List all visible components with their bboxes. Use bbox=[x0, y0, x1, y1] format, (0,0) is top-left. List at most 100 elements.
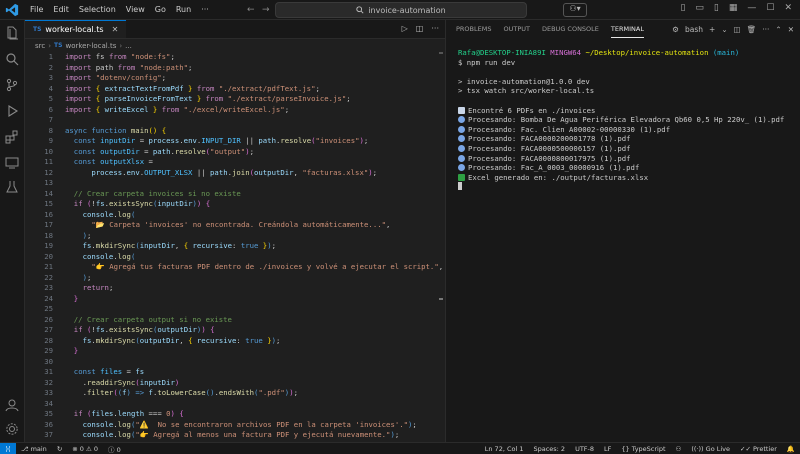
prettier-status[interactable]: ✓✓ Prettier bbox=[740, 445, 777, 453]
tab-problems[interactable]: PROBLEMS bbox=[456, 21, 491, 37]
account-icon[interactable] bbox=[5, 398, 19, 412]
close-icon[interactable]: ✕ bbox=[784, 3, 792, 13]
code-line[interactable]: 7 bbox=[25, 115, 445, 126]
code-line[interactable]: 3 import "dotenv/config"; bbox=[25, 73, 445, 84]
info-indicator[interactable]: ⓘ 0 bbox=[108, 444, 121, 454]
code-line[interactable]: 31 const files = fs bbox=[25, 367, 445, 378]
code-line[interactable]: 23 return; bbox=[25, 283, 445, 294]
end-of-line[interactable]: LF bbox=[604, 445, 611, 453]
tab-worker-local[interactable]: TS worker-local.ts ✕ bbox=[25, 20, 127, 38]
code-line[interactable]: 2 import path from "node:path"; bbox=[25, 63, 445, 74]
language-mode[interactable]: {} TypeScript bbox=[621, 445, 665, 453]
code-line[interactable]: 37 console.log("👉 Agregá al menos una fa… bbox=[25, 430, 445, 441]
code-line[interactable]: 28 fs.mkdirSync(outputDir, { recursive: … bbox=[25, 336, 445, 347]
toggle-sidebar-icon[interactable]: ▯ bbox=[680, 3, 685, 13]
code-area[interactable]: 1 import fs from "node:fs"; 2 import path f… bbox=[25, 52, 445, 442]
toggle-panel-icon[interactable]: ▭ bbox=[695, 3, 704, 13]
code-line[interactable]: 32 .readdirSync(inputDir) bbox=[25, 378, 445, 389]
explorer-icon[interactable] bbox=[5, 26, 19, 40]
code-line[interactable]: 35 if (files.length === 0) { bbox=[25, 409, 445, 420]
code-line[interactable]: 9 const inputDir = process.env.INPUT_DIR… bbox=[25, 136, 445, 147]
breadcrumb-symbol[interactable]: ... bbox=[125, 42, 132, 50]
code-line[interactable]: 18 ); bbox=[25, 231, 445, 242]
settings-gear-icon[interactable] bbox=[5, 422, 19, 436]
minimize-icon[interactable]: — bbox=[747, 3, 756, 13]
code-line[interactable]: 25 bbox=[25, 304, 445, 315]
code-line[interactable]: 26 // Crear carpeta output si no existe bbox=[25, 315, 445, 326]
maximize-icon[interactable]: ☐ bbox=[766, 3, 774, 13]
problems-indicator[interactable]: ⊗ 0 ⚠ 0 bbox=[72, 445, 98, 453]
remote-indicator-icon[interactable]: ⟩⟨ bbox=[0, 443, 16, 454]
tab-debug-console[interactable]: DEBUG CONSOLE bbox=[542, 21, 599, 37]
close-tab-icon[interactable]: ✕ bbox=[112, 25, 119, 34]
code-line[interactable]: 36 console.log("⚠️ No se encontraron arc… bbox=[25, 420, 445, 431]
copilot-icon[interactable]: ⚇▾ bbox=[563, 3, 587, 17]
breadcrumb-folder[interactable]: src bbox=[35, 42, 45, 50]
tab-output[interactable]: OUTPUT bbox=[503, 21, 530, 37]
code-line[interactable]: 27 if (!fs.existsSync(outputDir)) { bbox=[25, 325, 445, 336]
code-line[interactable]: 13 bbox=[25, 178, 445, 189]
code-line[interactable]: 21 "👉 Agregá tus facturas PDF dentro de … bbox=[25, 262, 445, 273]
indentation[interactable]: Spaces: 2 bbox=[533, 445, 565, 453]
testing-icon[interactable] bbox=[5, 180, 19, 194]
more-actions-icon[interactable]: ··· bbox=[762, 25, 769, 34]
toggle-secondary-sidebar-icon[interactable]: ▯ bbox=[714, 3, 719, 13]
code-line[interactable]: 8 async function main() { bbox=[25, 126, 445, 137]
back-arrow-icon[interactable]: ← bbox=[247, 5, 255, 15]
new-terminal-icon[interactable]: + bbox=[709, 25, 715, 34]
chevron-down-icon[interactable]: ⌄ bbox=[721, 25, 727, 34]
code-line[interactable]: 6 import { writeExcel } from "./excel/wri… bbox=[25, 105, 445, 116]
menu-edit[interactable]: Edit bbox=[53, 5, 69, 14]
code-line[interactable]: 1 import fs from "node:fs"; bbox=[25, 52, 445, 63]
split-editor-icon[interactable]: ◫ bbox=[416, 24, 424, 33]
run-file-icon[interactable]: ▷ bbox=[402, 24, 408, 33]
code-line[interactable]: 14 // Crear carpeta invoices si no exist… bbox=[25, 189, 445, 200]
cursor-position[interactable]: Ln 72, Col 1 bbox=[485, 445, 524, 453]
menu-go[interactable]: Go bbox=[155, 5, 166, 14]
kill-terminal-icon[interactable]: 🗑 bbox=[747, 25, 757, 34]
customize-layout-icon[interactable]: ▦ bbox=[729, 3, 738, 13]
code-line[interactable]: 29 } bbox=[25, 346, 445, 357]
close-panel-icon[interactable]: ✕ bbox=[788, 25, 794, 34]
code-line[interactable]: 15 if (!fs.existsSync(inputDir)) { bbox=[25, 199, 445, 210]
code-line[interactable]: 19 fs.mkdirSync(inputDir, { recursive: t… bbox=[25, 241, 445, 252]
code-line[interactable]: 24 } bbox=[25, 294, 445, 305]
command-center-search[interactable]: invoice-automation bbox=[275, 2, 527, 18]
run-debug-icon[interactable] bbox=[5, 104, 19, 118]
forward-arrow-icon[interactable]: → bbox=[262, 5, 270, 15]
code-line[interactable]: 20 console.log( bbox=[25, 252, 445, 263]
search-icon[interactable] bbox=[5, 52, 19, 66]
code-line[interactable]: 17 "📂 Carpeta 'invoices' no encontrada. … bbox=[25, 220, 445, 231]
code-line[interactable]: 4 import { extractTextFromPdf } from "./e… bbox=[25, 84, 445, 95]
editor-scrollbar[interactable] bbox=[436, 52, 444, 442]
code-line[interactable]: 16 console.log( bbox=[25, 210, 445, 221]
menu-file[interactable]: File bbox=[30, 5, 43, 14]
code-line[interactable]: 5 import { parseInvoiceFromText } from ".… bbox=[25, 94, 445, 105]
more-menu-icon[interactable]: ··· bbox=[201, 5, 209, 14]
menu-selection[interactable]: Selection bbox=[79, 5, 116, 14]
menu-run[interactable]: Run bbox=[176, 5, 191, 14]
breadcrumb-file[interactable]: worker-local.ts bbox=[65, 42, 116, 50]
code-line[interactable]: 30 bbox=[25, 357, 445, 368]
split-terminal-icon[interactable]: ◫ bbox=[734, 25, 741, 34]
code-line[interactable]: 22 ); bbox=[25, 273, 445, 284]
code-line[interactable]: 33 .filter((f) => f.toLowerCase().endsWi… bbox=[25, 388, 445, 399]
branch-indicator[interactable]: ⎇ main bbox=[21, 445, 47, 453]
remote-explorer-icon[interactable] bbox=[5, 156, 19, 170]
code-line[interactable]: 11 const outputXlsx = bbox=[25, 157, 445, 168]
more-actions-icon[interactable]: ··· bbox=[431, 24, 439, 33]
sync-icon[interactable]: ↻ bbox=[57, 445, 62, 453]
extensions-icon[interactable] bbox=[5, 130, 19, 144]
code-line[interactable]: 12 process.env.OUTPUT_XLSX || path.join(… bbox=[25, 168, 445, 179]
code-line[interactable]: 10 const outputDir = path.resolve("outpu… bbox=[25, 147, 445, 158]
code-line[interactable]: 34 bbox=[25, 399, 445, 410]
tab-terminal[interactable]: TERMINAL bbox=[610, 21, 644, 38]
terminal-output[interactable]: Rafa@DESKTOP-INIA89I MINGW64 ~/Desktop/i… bbox=[458, 48, 798, 192]
go-live-button[interactable]: ((·)) Go Live bbox=[691, 445, 730, 453]
menu-view[interactable]: View bbox=[126, 5, 145, 14]
maximize-panel-icon[interactable]: ⌃ bbox=[775, 25, 781, 34]
source-control-icon[interactable] bbox=[5, 78, 19, 92]
terminal-shell-label[interactable]: bash bbox=[685, 25, 703, 34]
copilot-status-icon[interactable]: ⚇ bbox=[676, 445, 682, 453]
notifications-bell-icon[interactable]: 🔔 bbox=[787, 445, 795, 453]
